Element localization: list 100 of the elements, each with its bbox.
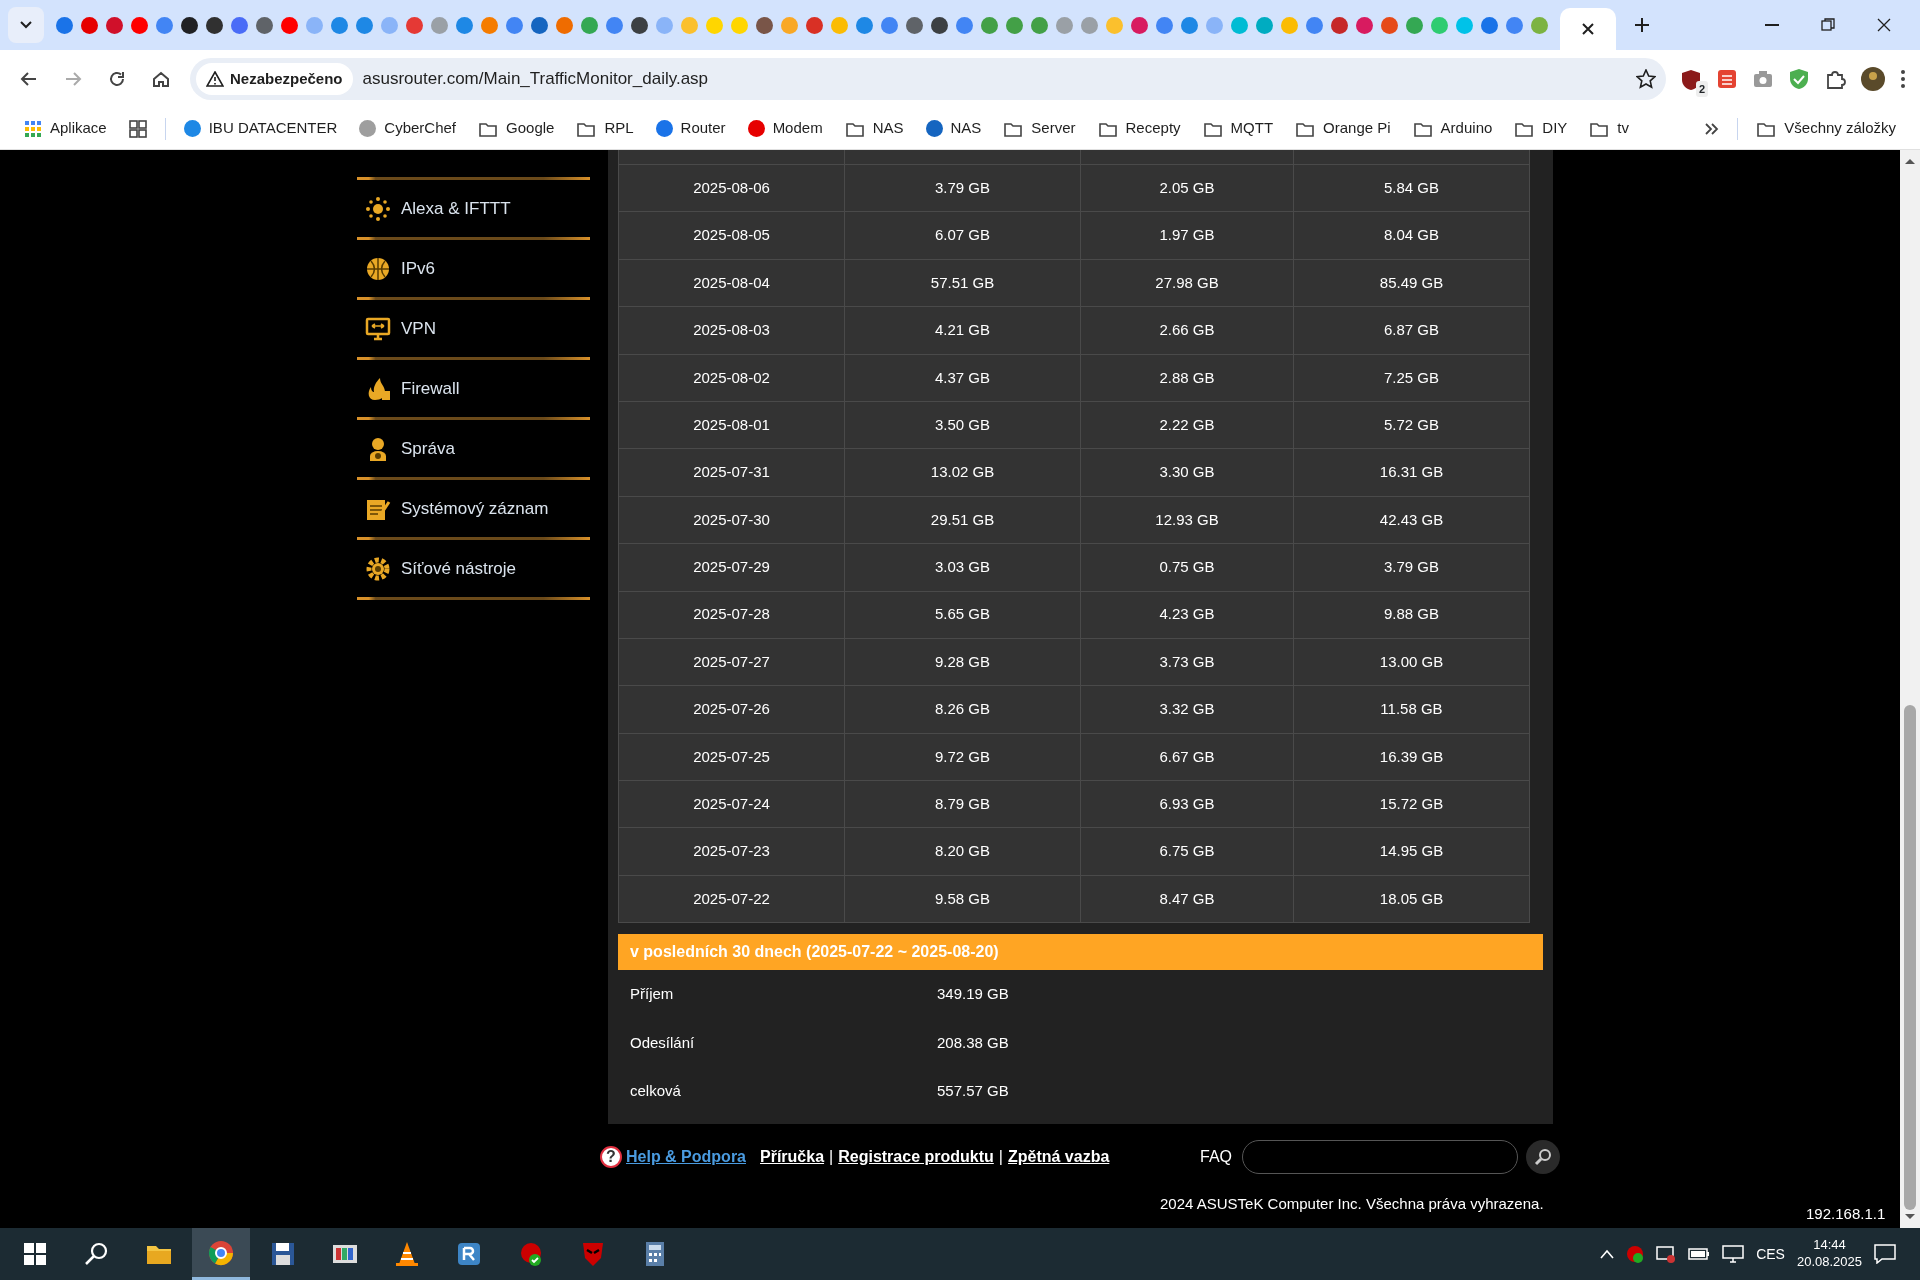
- star-icon[interactable]: [1636, 69, 1656, 89]
- avatar-icon[interactable]: [1860, 66, 1886, 92]
- scrollbar[interactable]: [1900, 150, 1920, 1228]
- bookmark[interactable]: Orange Pi: [1287, 113, 1399, 144]
- table-cell: 5.65 GB: [845, 591, 1081, 639]
- language-indicator[interactable]: CES: [1756, 1243, 1785, 1265]
- table-cell: 2.66 GB: [1081, 307, 1294, 355]
- bookmark[interactable]: Recepty: [1089, 113, 1189, 144]
- footer-link[interactable]: Příručka: [760, 1145, 825, 1169]
- bookmark[interactable]: Google: [470, 113, 563, 144]
- sidebar-item[interactable]: IPv6: [357, 240, 590, 297]
- summary-value: 557.57 GB: [937, 1081, 1009, 1102]
- sidebar-item[interactable]: Správa: [357, 420, 590, 477]
- sidebar-item[interactable]: Alexa & IFTTT: [357, 180, 590, 237]
- clock-date: 20.08.2025: [1796, 1254, 1862, 1271]
- table-cell: 2025-08-04: [618, 259, 845, 308]
- restore-icon: [1820, 17, 1836, 33]
- grid-icon: [128, 119, 147, 138]
- table-cell: 12.93 GB: [1081, 496, 1294, 545]
- bookmark[interactable]: RPL: [568, 113, 642, 144]
- bookmark[interactable]: MQTT: [1194, 113, 1282, 144]
- table-cell: 7.25 GB: [1294, 354, 1530, 402]
- separator-text: |: [998, 1147, 1003, 1167]
- close-icon: [1876, 17, 1892, 33]
- bookmark[interactable]: CyberChef: [351, 113, 465, 144]
- clock-time: 14:44: [1813, 1237, 1846, 1254]
- bookmark[interactable]: Arduino: [1404, 113, 1501, 144]
- help-link[interactable]: Help & Podpora: [626, 1145, 746, 1169]
- table-cell: 9.72 GB: [845, 733, 1081, 782]
- table-cell: 8.47 GB: [1081, 875, 1294, 924]
- puzzle-icon[interactable]: [1824, 68, 1846, 90]
- table-cell: 2025-07-28: [618, 591, 845, 639]
- search-icon: [1534, 1148, 1552, 1166]
- address-bar[interactable]: Nezabezpečeno asusrouter.com/Main_TrafficMonitor_daily.asp: [190, 58, 1666, 100]
- table-cell: 2025-07-22: [618, 875, 845, 924]
- summary-label: Příjem: [629, 984, 675, 1005]
- summary-label: Odesílání: [629, 1032, 696, 1053]
- table-cell: 9.58 GB: [845, 875, 1081, 924]
- table-cell: 9.28 GB: [845, 638, 1081, 687]
- sidebar-item[interactable]: Síťové nástroje: [357, 540, 590, 597]
- gear-icon: [365, 555, 391, 582]
- sidebar-item[interactable]: VPN: [357, 300, 590, 357]
- bookmark[interactable]: Aplikace: [16, 113, 115, 144]
- table-cell: 0.75 GB: [1081, 544, 1294, 592]
- back-arrow-icon: [20, 70, 38, 88]
- bookmark[interactable]: Server: [995, 113, 1084, 144]
- chevron-up-icon[interactable]: [1600, 1249, 1615, 1259]
- table-cell: 16.31 GB: [1294, 449, 1530, 497]
- bookmark[interactable]: Všechny záložky: [1748, 113, 1904, 144]
- taskbar-app[interactable]: [192, 1228, 250, 1280]
- faq-label: FAQ: [1200, 1147, 1232, 1167]
- footer-link[interactable]: Registrace produktu: [838, 1145, 994, 1169]
- battery-icon[interactable]: [1688, 1247, 1711, 1261]
- warning-icon: [206, 71, 224, 87]
- bookmark[interactable]: IBU DATACENTER: [175, 113, 346, 144]
- notes-icon[interactable]: [1716, 68, 1738, 90]
- traffic-cone-icon: [393, 1240, 421, 1268]
- monitor-icon: [365, 315, 391, 342]
- bookmark[interactable]: NAS: [836, 113, 912, 144]
- bookmark[interactable]: Router: [647, 113, 734, 144]
- sidebar-item[interactable]: Firewall: [357, 360, 590, 417]
- tab-list-button[interactable]: [8, 7, 44, 43]
- notification-icon[interactable]: [1874, 1244, 1896, 1264]
- active-tab[interactable]: [1560, 8, 1616, 50]
- faq-search-field[interactable]: [1242, 1140, 1518, 1174]
- display-icon[interactable]: [1656, 1245, 1677, 1263]
- bookmark[interactable]: DIY: [1506, 113, 1576, 144]
- table-cell: 2025-07-29: [618, 544, 845, 592]
- table-cell: 8.20 GB: [845, 828, 1081, 876]
- table-cell: 3.79 GB: [845, 165, 1081, 213]
- table-cell: 2025-07-23: [618, 828, 845, 876]
- table-cell: 8.79 GB: [845, 781, 1081, 829]
- table-cell: 29.51 GB: [845, 496, 1081, 545]
- network-icon[interactable]: [1722, 1245, 1745, 1263]
- chevron-down-icon: [19, 20, 33, 30]
- table-cell: 2.22 GB: [1081, 401, 1294, 450]
- table-cell: 57.51 GB: [845, 259, 1081, 308]
- copyright-text: 2024 ASUSTeK Computer Inc. Všechna práva vyhrazena.: [1160, 1194, 1544, 1214]
- sidebar-item[interactable]: Systémový záznam: [357, 480, 590, 537]
- menu-icon[interactable]: [1900, 69, 1906, 89]
- table-cell: 27.98 GB: [1081, 259, 1294, 308]
- camera-icon[interactable]: [1752, 68, 1774, 90]
- table-cell: 4.23 GB: [1081, 591, 1294, 639]
- url-text: asusrouter.com/Main_TrafficMonitor_daily.asp: [362, 68, 710, 91]
- bookmark[interactable]: NAS: [917, 113, 990, 144]
- bookmark[interactable]: tv: [1581, 113, 1637, 144]
- table-cell: 9.88 GB: [1294, 591, 1530, 639]
- security-chip[interactable]: Nezabezpečeno: [196, 63, 353, 95]
- shield-icon[interactable]: [1626, 1245, 1645, 1263]
- table-cell: 15.72 GB: [1294, 781, 1530, 829]
- footer-link[interactable]: Zpětná vazba: [1007, 1145, 1110, 1169]
- summary-value: 349.19 GB: [937, 984, 1009, 1005]
- bookmark[interactable]: Modem: [739, 113, 831, 144]
- table-cell: 16.39 GB: [1294, 733, 1530, 782]
- search-button[interactable]: [1526, 1140, 1560, 1174]
- forward-arrow-icon: [64, 70, 82, 88]
- globe-icon: [365, 255, 391, 282]
- shield-check-icon[interactable]: [1788, 68, 1810, 90]
- home-icon: [152, 70, 170, 88]
- chevron-double-icon: [1705, 122, 1720, 135]
